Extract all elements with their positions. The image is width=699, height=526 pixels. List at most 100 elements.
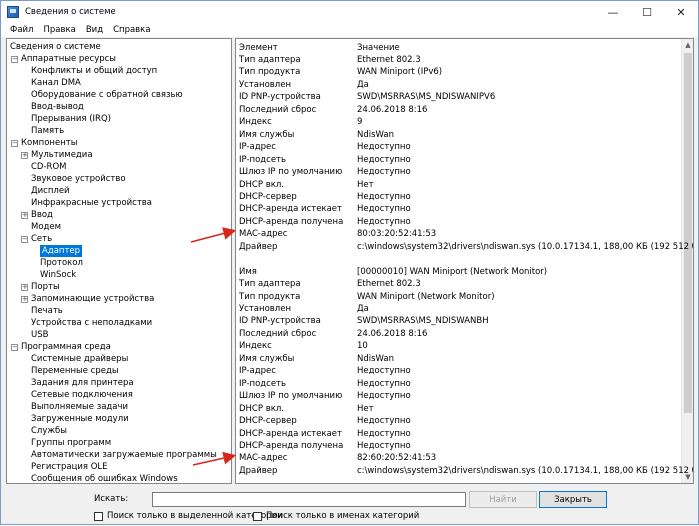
tree-line-icon (21, 380, 28, 387)
list-item[interactable]: Последний сброс 24.06.2018 8:16 (236, 104, 676, 116)
tree-item[interactable]: Канал DMA (21, 77, 81, 89)
tree-item[interactable]: − Компоненты (11, 137, 77, 149)
tree-item[interactable]: Устройства с неполадками (21, 317, 152, 329)
vertical-scrollbar[interactable]: ▲ ▼ (681, 39, 693, 483)
column-header-item[interactable]: Элемент (239, 42, 278, 54)
close-button[interactable]: Закрыть (539, 491, 607, 508)
list-item[interactable]: Драйвер c:\windows\system32\drivers\ndisw… (236, 241, 693, 253)
tree-item[interactable]: Конфликты и общий доступ (21, 65, 157, 77)
search-category-names-option[interactable]: Поиск только в именах категорий (253, 511, 419, 521)
tree-item[interactable]: Оборудование с обратной связью (21, 89, 183, 101)
tree-item[interactable]: + Порты (21, 281, 60, 293)
tree-item[interactable]: CD-ROM (21, 161, 66, 173)
list-item[interactable]: Индекс 9 (236, 116, 676, 128)
collapse-icon[interactable]: − (11, 139, 18, 147)
tree-item[interactable]: Группы программ (21, 437, 111, 449)
tree-item[interactable]: Модем (21, 221, 61, 233)
list-item[interactable]: IP-подсеть Недоступно (236, 154, 676, 166)
list-item[interactable]: IP-адрес Недоступно (236, 141, 676, 153)
tree-item[interactable]: + Запоминающие устройства (21, 293, 154, 305)
scroll-thumb[interactable] (684, 53, 692, 413)
close-icon[interactable]: ✕ (664, 1, 698, 23)
expand-icon[interactable]: + (21, 295, 28, 303)
expand-icon[interactable]: + (21, 211, 28, 219)
list-item[interactable]: MAC-адрес 80:03:20:52:41:53 (236, 228, 676, 240)
menu-view[interactable]: Вид (81, 25, 108, 35)
details-list[interactable]: Элемент Значение ▲ ▼ Тип адаптера Etherne… (235, 38, 694, 484)
list-item[interactable]: Имя службы NdisWan (236, 129, 676, 141)
collapse-icon[interactable]: − (11, 343, 18, 351)
tree-item[interactable]: + Мультимедиа (21, 149, 93, 161)
tree-item[interactable]: Сообщения об ошибках Windows (21, 473, 178, 483)
column-header-value[interactable]: Значение (357, 42, 400, 54)
tree-item[interactable]: Автоматически загружаемые программы (21, 449, 217, 461)
list-item[interactable]: Индекс 10 (236, 340, 676, 352)
list-item[interactable]: Драйвер c:\windows\system32\drivers\ndisw… (236, 465, 693, 477)
list-item[interactable]: Тип продукта WAN Miniport (IPv6) (236, 66, 676, 78)
list-item[interactable]: MAC-адрес 82:60:20:52:41:53 (236, 452, 676, 464)
list-item[interactable]: IP-подсеть Недоступно (236, 378, 676, 390)
tree-item[interactable]: Службы (21, 425, 67, 437)
tree-item[interactable]: Задания для принтера (21, 377, 134, 389)
list-item[interactable]: DHCP вкл. Нет (236, 179, 676, 191)
tree-item[interactable]: + Ввод (21, 209, 53, 221)
collapse-icon[interactable]: − (21, 235, 28, 243)
list-item[interactable] (236, 253, 676, 265)
tree-item[interactable]: Звуковое устройство (21, 173, 126, 185)
list-item[interactable]: Имя службы NdisWan (236, 353, 676, 365)
tree-item[interactable]: Загруженные модули (21, 413, 129, 425)
collapse-icon[interactable]: − (11, 55, 18, 63)
tree-item[interactable]: Протокол (40, 257, 83, 269)
minimize-icon[interactable]: — (596, 1, 630, 23)
list-item[interactable]: DHCP-аренда получена Недоступно (236, 216, 676, 228)
tree-item[interactable]: Прерывания (IRQ) (21, 113, 111, 125)
expand-icon[interactable]: + (21, 151, 28, 159)
list-item[interactable]: DHCP-сервер Недоступно (236, 415, 676, 427)
list-item[interactable]: Установлен Да (236, 79, 676, 91)
list-item[interactable]: ID PNP-устройства SWD\MSRRAS\MS_NDISWANIP… (236, 91, 676, 103)
list-item[interactable]: Имя [00000010] WAN Miniport (Network Moni… (236, 266, 676, 278)
list-item[interactable]: Установлен Да (236, 303, 676, 315)
list-item[interactable]: DHCP-аренда истекает Недоступно (236, 203, 676, 215)
tree-item[interactable]: Системные драйверы (21, 353, 128, 365)
tree-item[interactable]: Сетевые подключения (21, 389, 133, 401)
list-item[interactable]: DHCP-аренда истекает Недоступно (236, 428, 676, 440)
list-item[interactable]: Шлюз IP по умолчанию Недоступно (236, 166, 676, 178)
menu-edit[interactable]: Правка (38, 25, 80, 35)
tree-item[interactable]: Дисплей (21, 185, 70, 197)
list-item[interactable]: DHCP вкл. Нет (236, 403, 676, 415)
list-item[interactable]: ID PNP-устройства SWD\MSRRAS\MS_NDISWANBH (236, 315, 676, 327)
scroll-up-icon[interactable]: ▲ (682, 39, 693, 51)
tree-item[interactable]: Переменные среды (21, 365, 119, 377)
tree-item[interactable]: Регистрация OLE (21, 461, 108, 473)
search-category-names-checkbox[interactable] (253, 511, 262, 521)
tree-item[interactable]: Адаптер (40, 245, 83, 257)
list-item[interactable]: Тип адаптера Ethernet 802.3 (236, 54, 676, 66)
tree-item[interactable]: WinSock (40, 269, 76, 281)
tree-item[interactable]: − Программная среда (11, 341, 111, 353)
tree-item[interactable]: − Сеть (21, 233, 52, 245)
expand-icon[interactable]: + (21, 283, 28, 291)
maximize-icon[interactable]: ☐ (630, 1, 664, 23)
menu-help[interactable]: Справка (108, 25, 155, 35)
tree-item[interactable]: USB (21, 329, 48, 341)
category-tree[interactable]: Сведения о системе − Аппаратные ресурсы Кон… (6, 38, 232, 484)
tree-item[interactable]: Память (21, 125, 64, 137)
tree-item[interactable]: Выполняемые задачи (21, 401, 128, 413)
tree-item[interactable]: Печать (21, 305, 63, 317)
list-item[interactable]: Последний сброс 24.06.2018 8:16 (236, 328, 676, 340)
find-button[interactable]: Найти (469, 491, 537, 508)
list-item[interactable]: Шлюз IP по умолчанию Недоступно (236, 390, 676, 402)
list-item[interactable]: Тип адаптера Ethernet 802.3 (236, 278, 676, 290)
menu-file[interactable]: Файл (5, 25, 38, 35)
list-item[interactable]: IP-адрес Недоступно (236, 365, 676, 377)
list-item[interactable]: Тип продукта WAN Miniport (Network Monito… (236, 291, 676, 303)
tree-item[interactable]: Сведения о системе (10, 41, 101, 53)
tree-item[interactable]: Инфракрасные устройства (21, 197, 152, 209)
search-input[interactable] (152, 492, 466, 507)
list-item[interactable]: DHCP-аренда получена Недоступно (236, 440, 676, 452)
list-item[interactable]: DHCP-сервер Недоступно (236, 191, 676, 203)
tree-item[interactable]: − Аппаратные ресурсы (11, 53, 116, 65)
tree-item[interactable]: Ввод-вывод (21, 101, 84, 113)
search-selected-category-checkbox[interactable] (94, 511, 103, 521)
